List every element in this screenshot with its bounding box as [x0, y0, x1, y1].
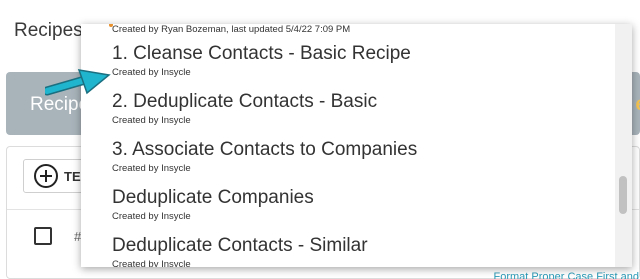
recipe-meta: Created by Ryan Bozeman, last updated 5/… — [109, 24, 351, 35]
recipe-meta-text: Created by Ryan Bozeman, last updated 5/… — [112, 24, 351, 35]
recipe-title: 3. Associate Contacts to Companies — [112, 139, 418, 160]
recipe-item[interactable]: Deduplicate Contacts - Similar Created b… — [112, 235, 368, 267]
page-title: Recipes — [14, 20, 83, 41]
recipe-meta: Created by Insycle — [112, 259, 191, 267]
recipe-title: Deduplicate Contacts - Similar — [112, 235, 368, 256]
recipe-link[interactable]: Format Proper Case First and — [494, 271, 640, 279]
recipe-dropdown: Created by Ryan Bozeman, last updated 5/… — [81, 24, 632, 267]
arrow-pointer-icon — [45, 69, 111, 96]
recipe-title: 2. Deduplicate Contacts - Basic — [112, 91, 378, 112]
recipe-item[interactable]: 3. Associate Contacts to Companies Creat… — [112, 139, 417, 175]
banner-right-text: e — [635, 94, 640, 116]
recipe-title: 1. Cleanse Contacts - Basic Recipe — [112, 43, 411, 64]
recipe-dropdown-list[interactable]: Created by Ryan Bozeman, last updated 5/… — [81, 24, 615, 267]
template-button-label: TE — [64, 168, 81, 184]
dropdown-scrollbar[interactable] — [615, 24, 632, 267]
plus-circle-icon — [34, 164, 58, 188]
recipe-meta: Created by Insycle — [112, 163, 191, 174]
recipe-meta: Created by Insycle — [112, 211, 191, 222]
recipe-meta: Created by Insycle — [112, 67, 191, 78]
recipe-item[interactable]: Deduplicate Companies Created by Insycle — [112, 187, 314, 223]
select-all-checkbox[interactable] — [34, 227, 52, 245]
recipe-title: Deduplicate Companies — [112, 187, 314, 208]
scrollbar-thumb[interactable] — [619, 176, 627, 214]
recipe-item[interactable]: 1. Cleanse Contacts - Basic Recipe Creat… — [112, 43, 411, 79]
recipes-page: Recipes Recipe e TE # Format Proper Case… — [0, 0, 640, 279]
recipe-meta: Created by Insycle — [112, 115, 191, 126]
recipe-item[interactable]: 2. Deduplicate Contacts - Basic Created … — [112, 91, 377, 127]
